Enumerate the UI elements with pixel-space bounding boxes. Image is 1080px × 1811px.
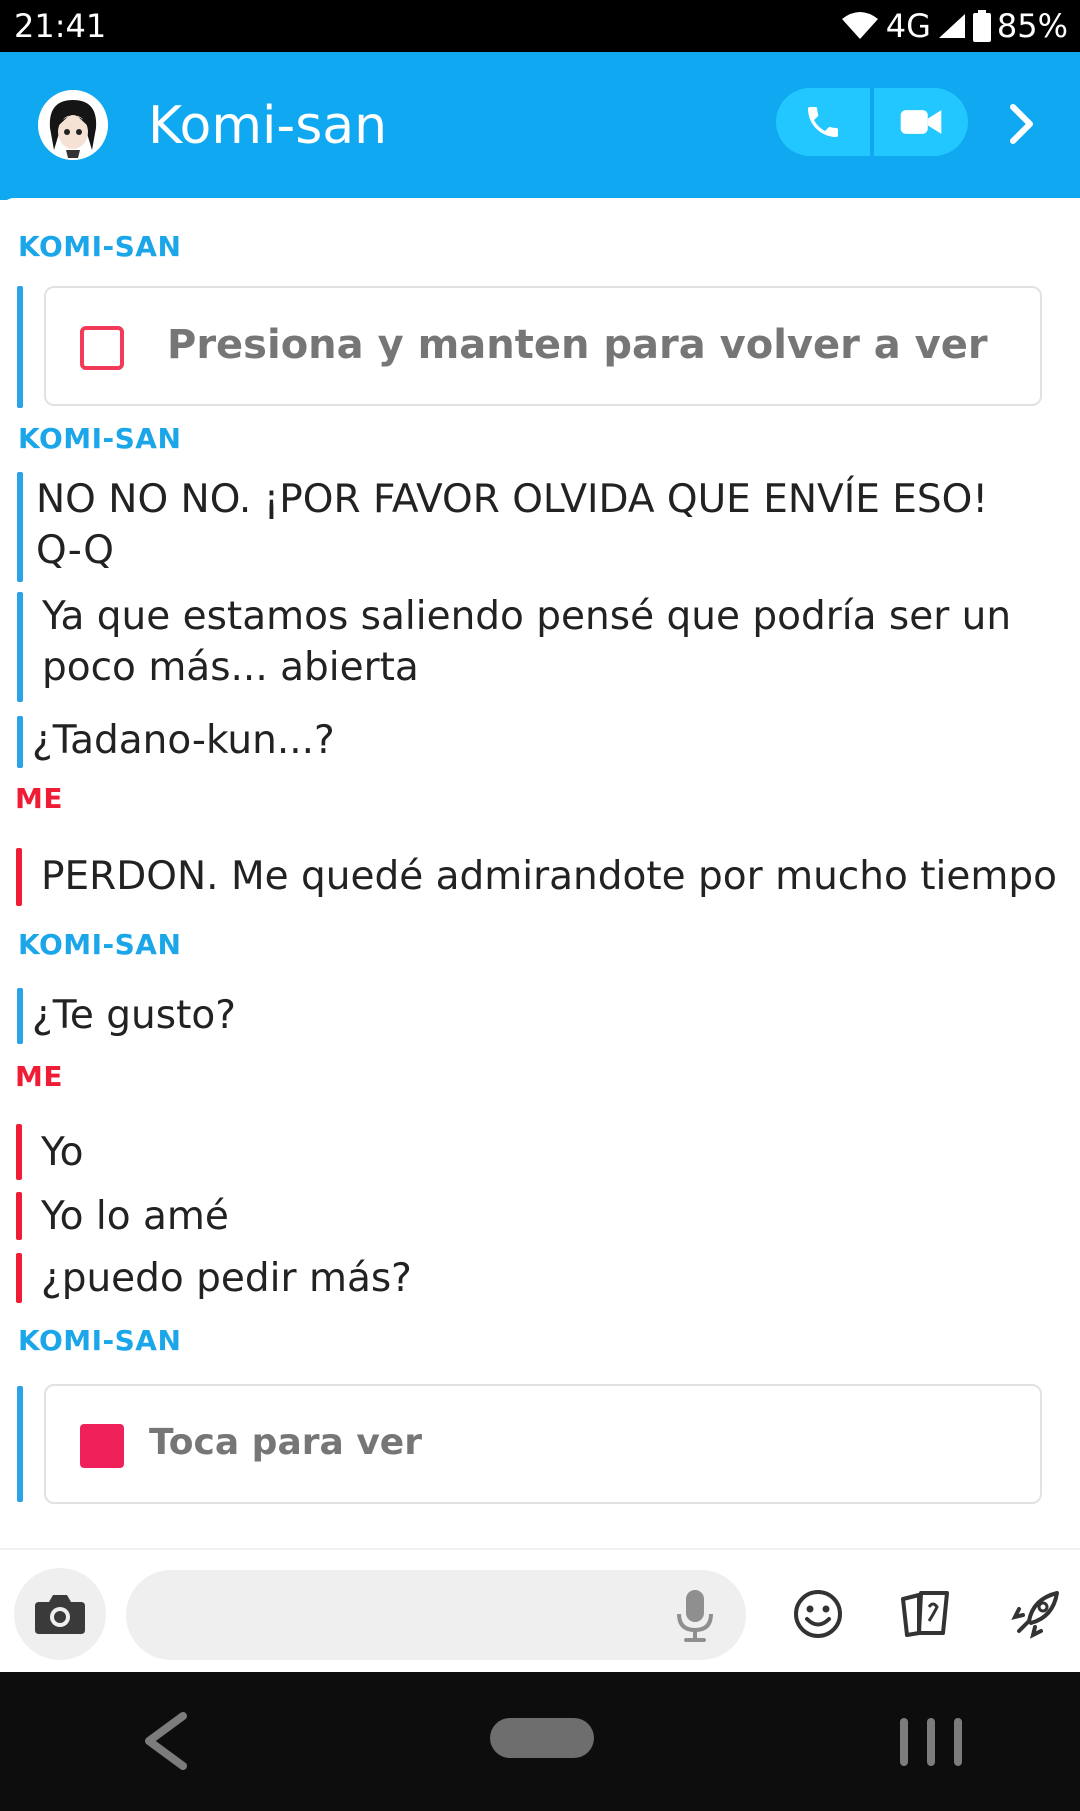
message-text[interactable]: Yo lo amé: [41, 1191, 229, 1242]
message-text[interactable]: NO NO NO. ¡POR FAVOR OLVIDA QUE ENVÍE ES…: [36, 474, 988, 576]
message-bar: [17, 286, 23, 408]
smiley-icon: [794, 1590, 842, 1638]
wifi-icon: [841, 12, 878, 39]
message-bar: [16, 1192, 22, 1240]
system-nav-bar: [0, 1672, 1080, 1811]
message-bar: [17, 1386, 23, 1502]
sender-label: KOMI-SAN: [18, 928, 182, 961]
unopened-snap-icon: [80, 1424, 124, 1468]
message-text[interactable]: ¿Tadano-kun...?: [32, 715, 335, 766]
sender-label: KOMI-SAN: [18, 230, 182, 263]
message-bar: [16, 848, 22, 906]
status-icons: 4G 85%: [840, 7, 1068, 45]
network-label: 4G: [885, 7, 931, 45]
call-actions: [776, 88, 968, 156]
bitmoji-avatar-icon: [38, 90, 108, 160]
sender-label: ME: [15, 1060, 63, 1093]
video-call-button[interactable]: [874, 88, 968, 156]
chevron-right-icon: [1010, 104, 1033, 144]
message-text[interactable]: ¿Te gusto?: [32, 990, 236, 1041]
message-bar: [16, 1124, 22, 1180]
battery-icon: [972, 10, 991, 42]
chat-input[interactable]: [126, 1570, 746, 1660]
sticker-cards-icon: [901, 1591, 949, 1637]
battery-percent: 85%: [996, 7, 1068, 45]
snap-text: Toca para ver: [149, 1422, 422, 1463]
message-line: NO NO NO. ¡POR FAVOR OLVIDA QUE ENVÍE ES…: [36, 477, 988, 522]
message-text[interactable]: PERDON. Me quedé admirandote por mucho t…: [41, 851, 1057, 902]
message-bar: [17, 716, 23, 768]
rocket-icon: [1011, 1591, 1059, 1639]
more-button[interactable]: [1004, 100, 1040, 148]
stickers-button[interactable]: [896, 1584, 956, 1644]
message-bar: [16, 1253, 22, 1303]
call-button[interactable]: [776, 88, 870, 156]
composer-divider: [0, 1548, 1080, 1550]
emoji-button[interactable]: [788, 1584, 848, 1644]
video-icon: [900, 110, 942, 134]
opened-snap-icon: [80, 326, 124, 370]
sender-label: KOMI-SAN: [18, 422, 182, 455]
sender-label: ME: [15, 782, 63, 815]
snap-text: Presiona y manten para volver a ver: [167, 322, 988, 368]
message-text[interactable]: ¿puedo pedir más?: [41, 1253, 412, 1304]
nav-home-button[interactable]: [488, 1714, 596, 1762]
chat-header: Komi-san: [0, 52, 1080, 200]
back-icon: [145, 1712, 187, 1770]
camera-icon: [35, 1595, 85, 1634]
message-bar: [17, 988, 23, 1044]
nav-recents-button[interactable]: [896, 1712, 966, 1772]
message-bar: [17, 472, 23, 582]
nav-back-button[interactable]: [140, 1706, 190, 1776]
snap-replay-message[interactable]: Presiona y manten para volver a ver: [44, 286, 1042, 406]
recents-icon: [900, 1718, 962, 1766]
message-line: Q-Q: [36, 528, 114, 573]
status-time: 21:41: [14, 7, 107, 45]
phone-icon: [808, 107, 838, 137]
message-bar: [17, 592, 23, 702]
camera-button[interactable]: [14, 1568, 106, 1660]
message-line: Ya que estamos saliendo pensé que podría…: [42, 594, 1012, 639]
screen: 21:41 4G 85% Komi-san KOMI-SAN Presiona …: [0, 0, 1080, 1811]
signal-icon: [938, 14, 965, 38]
voice-button[interactable]: [672, 1586, 718, 1646]
chat-messages[interactable]: KOMI-SAN Presiona y manten para volver a…: [0, 198, 1080, 1548]
status-bar: 21:41 4G 85%: [0, 0, 1080, 52]
avatar[interactable]: [38, 90, 108, 160]
sender-label: KOMI-SAN: [18, 1324, 182, 1357]
contact-name[interactable]: Komi-san: [148, 96, 387, 156]
games-button[interactable]: [1006, 1584, 1066, 1644]
composer-bar: [0, 1548, 1080, 1672]
home-icon: [490, 1718, 594, 1758]
message-text[interactable]: Yo: [41, 1127, 84, 1178]
snap-unopened-message[interactable]: Toca para ver: [44, 1384, 1042, 1504]
microphone-icon: [677, 1590, 713, 1642]
message-text[interactable]: Ya que estamos saliendo pensé que podría…: [42, 591, 1011, 693]
message-line: poco más... abierta: [42, 645, 419, 690]
